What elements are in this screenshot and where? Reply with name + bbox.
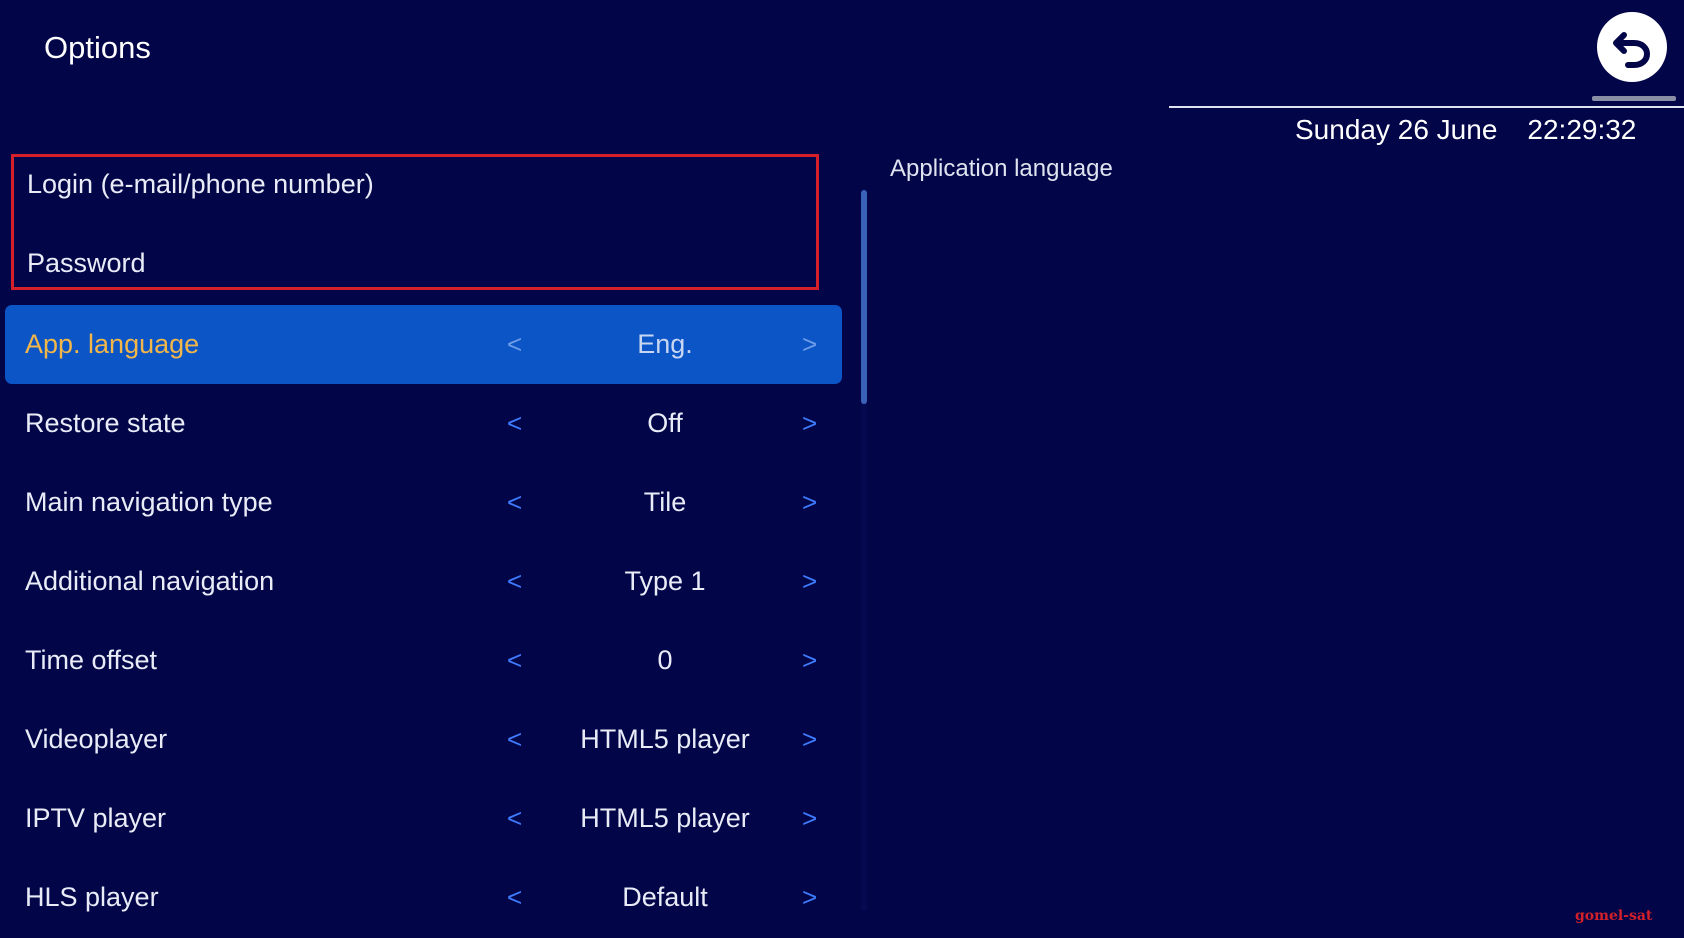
back-button[interactable] bbox=[1597, 12, 1667, 82]
setting-value: Eng. bbox=[637, 329, 693, 359]
setting-label: App. language bbox=[25, 329, 200, 359]
arrow-left-icon[interactable]: < bbox=[507, 487, 522, 518]
setting-value: Default bbox=[622, 882, 708, 912]
setting-value: Type 1 bbox=[624, 566, 706, 596]
setting-row-iptv-player[interactable]: IPTV player < HTML5 player > bbox=[5, 779, 842, 858]
arrow-right-icon[interactable]: > bbox=[802, 329, 817, 360]
arrow-right-icon[interactable]: > bbox=[802, 724, 817, 755]
setting-value: HTML5 player bbox=[580, 803, 750, 833]
arrow-left-icon[interactable]: < bbox=[507, 724, 522, 755]
arrow-left-icon[interactable]: < bbox=[507, 408, 522, 439]
setting-row-time-offset[interactable]: Time offset < 0 > bbox=[5, 621, 842, 700]
date-label: Sunday 26 June bbox=[1295, 114, 1498, 145]
arrow-right-icon[interactable]: > bbox=[802, 803, 817, 834]
setting-value: Tile bbox=[643, 487, 687, 517]
arrow-left-icon[interactable]: < bbox=[507, 803, 522, 834]
setting-value: Off bbox=[647, 408, 683, 438]
setting-label: Time offset bbox=[25, 645, 158, 675]
arrow-right-icon[interactable]: > bbox=[802, 882, 817, 913]
date-time: Sunday 26 June 22:29:32 bbox=[1295, 114, 1636, 146]
time-label: 22:29:32 bbox=[1527, 114, 1637, 145]
setting-row-restore-state[interactable]: Restore state < Off > bbox=[5, 384, 842, 463]
setting-description: Application language bbox=[890, 155, 1113, 182]
page-title: Options bbox=[44, 30, 151, 65]
scrollbar-thumb[interactable] bbox=[861, 190, 867, 404]
setting-row-main-navigation-type[interactable]: Main navigation type < Tile > bbox=[5, 463, 842, 542]
setting-value: HTML5 player bbox=[580, 724, 750, 754]
header-divider bbox=[1169, 106, 1684, 108]
back-button-focus-bar bbox=[1592, 96, 1676, 101]
arrow-right-icon[interactable]: > bbox=[802, 645, 817, 676]
back-arrow-icon bbox=[1613, 32, 1651, 68]
arrow-right-icon[interactable]: > bbox=[802, 408, 817, 439]
arrow-right-icon[interactable]: > bbox=[802, 487, 817, 518]
watermark: gomel-sat bbox=[1575, 908, 1653, 924]
setting-row-app-language[interactable]: App. language < Eng. > bbox=[5, 305, 842, 384]
arrow-left-icon[interactable]: < bbox=[507, 329, 522, 360]
setting-row-additional-navigation[interactable]: Additional navigation < Type 1 > bbox=[5, 542, 842, 621]
credentials-group: Login (e-mail/phone number) Password bbox=[11, 154, 819, 290]
setting-label: IPTV player bbox=[25, 803, 167, 833]
setting-row-videoplayer[interactable]: Videoplayer < HTML5 player > bbox=[5, 700, 842, 779]
setting-value: 0 bbox=[657, 645, 673, 675]
arrow-left-icon[interactable]: < bbox=[507, 645, 522, 676]
password-field[interactable]: Password bbox=[27, 248, 146, 279]
setting-label: Main navigation type bbox=[25, 487, 273, 517]
arrow-right-icon[interactable]: > bbox=[802, 566, 817, 597]
setting-label: Additional navigation bbox=[25, 566, 275, 596]
setting-label: HLS player bbox=[25, 882, 159, 912]
options-screen: Options Sunday 26 June 22:29:32 Login (e-… bbox=[0, 0, 1684, 938]
setting-label: Restore state bbox=[25, 408, 186, 438]
login-field[interactable]: Login (e-mail/phone number) bbox=[27, 169, 374, 200]
setting-label: Videoplayer bbox=[25, 724, 168, 754]
arrow-left-icon[interactable]: < bbox=[507, 882, 522, 913]
arrow-left-icon[interactable]: < bbox=[507, 566, 522, 597]
setting-row-hls-player[interactable]: HLS player < Default > bbox=[5, 858, 842, 937]
